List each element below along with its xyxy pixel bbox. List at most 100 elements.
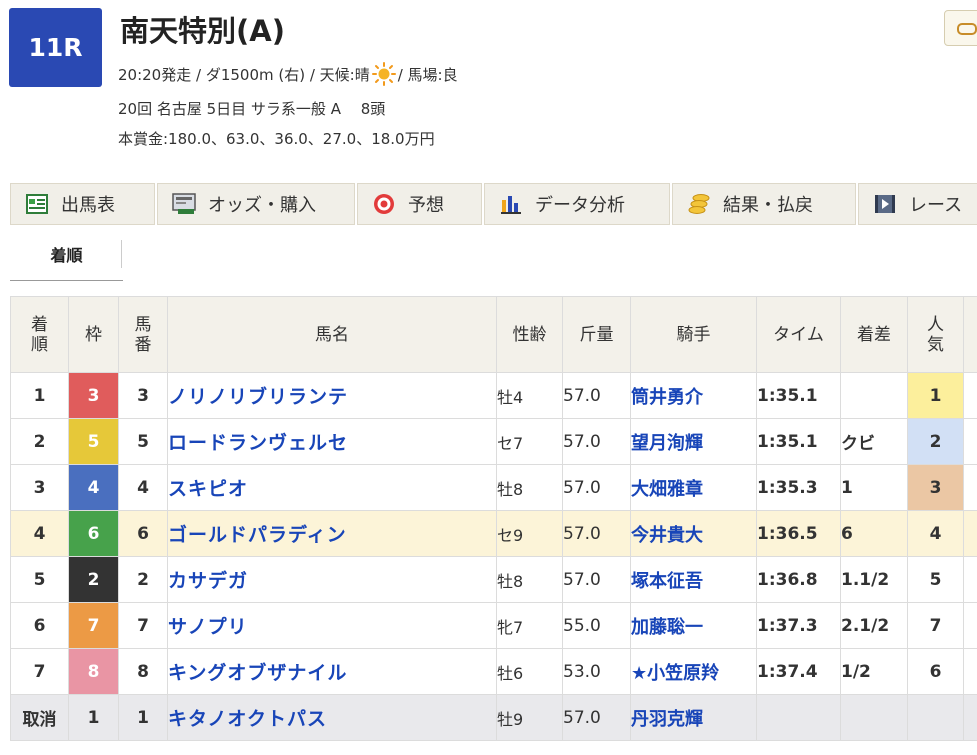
tab-results-payout[interactable]: 結果・払戻 (672, 183, 856, 225)
extra-cell (963, 510, 977, 557)
results-table: 着 順 枠 馬 番 馬名 性齢 斤量 騎手 タイム 着差 人 気 1 3 3 ノリノリ… (10, 296, 977, 741)
header-frame[interactable]: 枠 (68, 296, 119, 373)
frame-number: 7 (68, 602, 119, 649)
margin: クビ (840, 418, 908, 465)
finish-time (756, 694, 841, 741)
sex-age: 牡8 (496, 464, 563, 511)
frame-number: 1 (68, 694, 119, 741)
ipat-icon (172, 193, 196, 215)
weight: 57.0 (562, 372, 631, 419)
extra-cell (963, 648, 977, 695)
margin: 1.1/2 (840, 556, 908, 603)
weight: 57.0 (562, 418, 631, 465)
extra-cell (963, 464, 977, 511)
table-header-row: 着 順 枠 馬 番 馬名 性齢 斤量 騎手 タイム 着差 人 気 (10, 296, 977, 373)
sex-age: 牡9 (496, 694, 563, 741)
sex-age: セ9 (496, 510, 563, 557)
frame-number: 4 (68, 464, 119, 511)
weight: 57.0 (562, 694, 631, 741)
popularity: 1 (907, 372, 964, 419)
header-time[interactable]: タイム (756, 296, 841, 373)
header-jockey[interactable]: 騎手 (630, 296, 757, 373)
subtab-finish-order[interactable]: 着順 (10, 238, 123, 274)
table-row: 3 4 4 スキピオ 牡8 57.0 大畑雅章 1:35.3 1 3 (10, 464, 977, 511)
finish-position: 6 (10, 602, 69, 649)
extra-cell (963, 694, 977, 741)
finish-position: 1 (10, 372, 69, 419)
finish-position: 取消 (10, 694, 69, 741)
margin (840, 694, 908, 741)
horse-name-link[interactable]: カサデガ (167, 556, 497, 603)
popularity: 4 (907, 510, 964, 557)
sex-age: 牝7 (496, 602, 563, 649)
jockey-link[interactable]: 今井貴大 (630, 510, 757, 557)
tab-label: 出馬表 (61, 195, 115, 216)
jockey-link[interactable]: 筒井勇介 (630, 372, 757, 419)
margin: 1 (840, 464, 908, 511)
horse-name-link[interactable]: サノプリ (167, 602, 497, 649)
header-weight[interactable]: 斤量 (562, 296, 631, 373)
jockey-link[interactable]: 丹羽克輝 (630, 694, 757, 741)
popularity: 5 (907, 556, 964, 603)
top-right-button[interactable] (944, 10, 977, 46)
horse-number: 6 (118, 510, 168, 557)
extra-cell (963, 602, 977, 649)
popularity: 7 (907, 602, 964, 649)
tab-label: 予想 (408, 195, 444, 216)
jockey-link[interactable]: ★小笠原羚 (630, 648, 757, 695)
finish-time: 1:36.5 (756, 510, 841, 557)
header-margin[interactable]: 着差 (840, 296, 908, 373)
frame-number: 3 (68, 372, 119, 419)
tab-label: 結果・払戻 (723, 195, 813, 216)
tab-odds-purchase[interactable]: オッズ・購入 (157, 183, 355, 225)
tab-prediction[interactable]: 予想 (357, 183, 482, 225)
header-sex-age[interactable]: 性齢 (496, 296, 563, 373)
race-meeting-info: 20回 名古屋 5日目 サラ系一般 A 8頭 (118, 100, 386, 118)
popularity (907, 694, 964, 741)
margin: 1/2 (840, 648, 908, 695)
jockey-link[interactable]: 塚本征吾 (630, 556, 757, 603)
sex-age: 牡4 (496, 372, 563, 419)
horse-name-link[interactable]: キタノオクトパス (167, 694, 497, 741)
horse-number: 1 (118, 694, 168, 741)
margin (840, 372, 908, 419)
horse-name-link[interactable]: ノリノリブリランテ (167, 372, 497, 419)
finish-time: 1:36.8 (756, 556, 841, 603)
header-horse-number[interactable]: 馬 番 (118, 296, 168, 373)
bar-chart-icon (499, 193, 523, 215)
header-finish[interactable]: 着 順 (10, 296, 69, 373)
extra-cell (963, 418, 977, 465)
tab-data-analysis[interactable]: データ分析 (484, 183, 670, 225)
header-popularity[interactable]: 人 気 (907, 296, 964, 373)
sex-age: セ7 (496, 418, 563, 465)
header-horse-name[interactable]: 馬名 (167, 296, 497, 373)
horse-name-link[interactable]: キングオブザナイル (167, 648, 497, 695)
horse-name-link[interactable]: ロードランヴェルセ (167, 418, 497, 465)
finish-position: 4 (10, 510, 69, 557)
race-conditions: 20:20発走 / ダ1500m (右) / 天候:晴 / 馬場:良 (118, 62, 458, 86)
horse-name-link[interactable]: ゴールドパラディン (167, 510, 497, 557)
sex-age: 牡8 (496, 556, 563, 603)
sun-icon (371, 62, 396, 86)
tab-label: オッズ・購入 (208, 195, 316, 216)
jockey-link[interactable]: 加藤聡一 (630, 602, 757, 649)
horse-name-link[interactable]: スキピオ (167, 464, 497, 511)
weight: 53.0 (562, 648, 631, 695)
table-row: 7 8 8 キングオブザナイル 牡6 53.0 ★小笠原羚 1:37.4 1/2 6 (10, 648, 977, 695)
jockey-link[interactable]: 大畑雅章 (630, 464, 757, 511)
frame-number: 5 (68, 418, 119, 465)
jockey-link[interactable]: 望月洵輝 (630, 418, 757, 465)
margin: 2.1/2 (840, 602, 908, 649)
tab-label: データ分析 (535, 195, 625, 216)
race-conditions-text: 20:20発走 / ダ1500m (右) / 天候:晴 (118, 65, 370, 84)
weight: 57.0 (562, 556, 631, 603)
tab-race-video[interactable]: レース (858, 183, 977, 225)
track-condition-text: / 馬場:良 (397, 65, 458, 84)
table-row: 4 6 6 ゴールドパラディン セ9 57.0 今井貴大 1:36.5 6 4 (10, 510, 977, 557)
race-prize-info: 本賞金:180.0、63.0、36.0、27.0、18.0万円 (118, 130, 435, 148)
extra-cell (963, 556, 977, 603)
weight: 57.0 (562, 510, 631, 557)
finish-time: 1:37.3 (756, 602, 841, 649)
table-row: 2 5 5 ロードランヴェルセ セ7 57.0 望月洵輝 1:35.1 クビ 2 (10, 418, 977, 465)
tab-entry-table[interactable]: 出馬表 (10, 183, 155, 225)
